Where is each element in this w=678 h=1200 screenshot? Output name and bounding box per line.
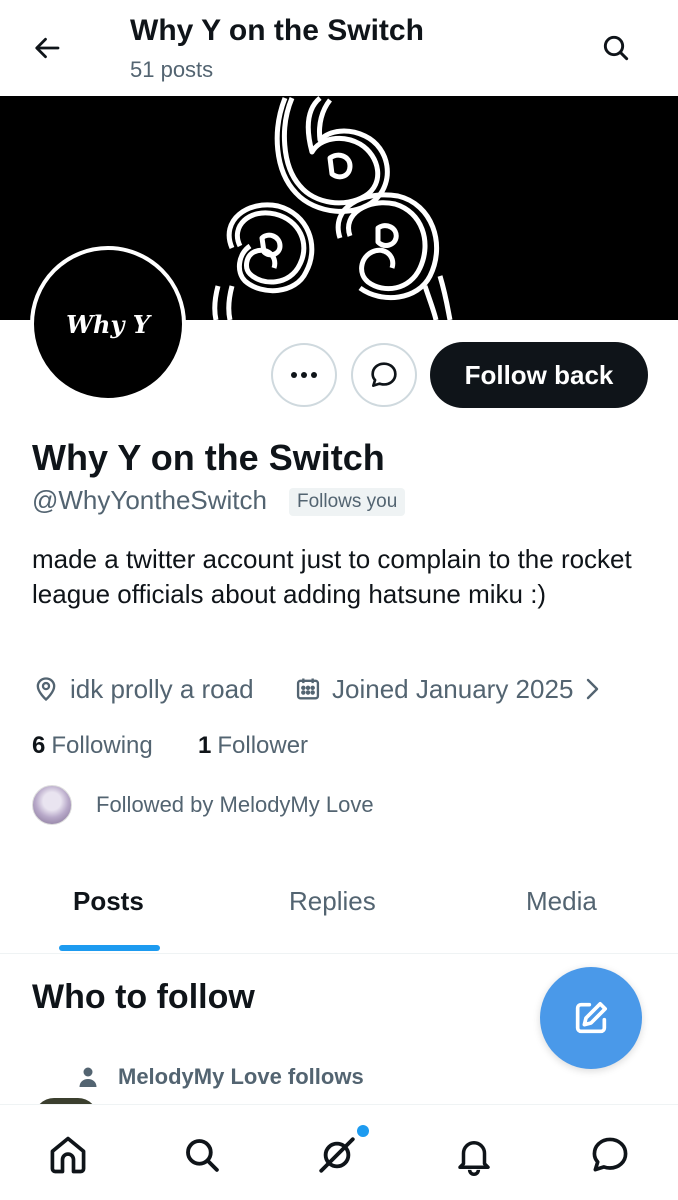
who-to-follow-context: MelodyMy Love follows: [76, 1062, 364, 1092]
nav-notifications[interactable]: [450, 1131, 498, 1179]
tab-posts[interactable]: Posts: [73, 886, 144, 917]
search-button[interactable]: [594, 26, 638, 70]
avatar-text: Why Y: [66, 309, 150, 339]
more-icon: [291, 372, 317, 378]
messages-icon: [592, 1137, 628, 1172]
back-button[interactable]: [26, 26, 70, 70]
chevron-right-icon: [587, 678, 599, 700]
nav-messages[interactable]: [586, 1131, 634, 1179]
header-post-count: 51 posts: [130, 57, 214, 82]
follow-back-button[interactable]: Follow back: [430, 342, 648, 408]
profile-tabs: Posts Replies Media: [0, 870, 678, 954]
tab-replies[interactable]: Replies: [289, 886, 376, 917]
compose-button[interactable]: [540, 967, 642, 1069]
profile-avatar[interactable]: Why Y: [30, 246, 186, 402]
followers-count: 1: [198, 732, 212, 759]
profile-joined[interactable]: Joined January 2025: [294, 672, 603, 706]
followed-by-text: Followed by MelodyMy Love: [96, 792, 374, 817]
profile-bio: made a twitter account just to complain …: [32, 544, 632, 609]
grok-icon: [319, 1137, 355, 1173]
follower-avatar: [32, 785, 72, 825]
bell-icon: [458, 1141, 490, 1176]
message-button[interactable]: [351, 343, 417, 407]
tab-media[interactable]: Media: [526, 886, 597, 917]
profile-display-name: Why Y on the Switch: [32, 437, 385, 478]
profile-handle: @WhyYontheSwitch: [32, 485, 267, 515]
grok-notification-dot: [357, 1125, 369, 1137]
active-tab-indicator: [59, 945, 160, 951]
nav-home[interactable]: [44, 1131, 92, 1179]
arrow-left-icon: [35, 37, 60, 59]
following-count: 6: [32, 732, 46, 759]
joined-text: Joined January 2025: [332, 673, 574, 704]
calendar-icon: [296, 678, 320, 700]
person-icon: [79, 1067, 97, 1087]
following-stat[interactable]: 6 Following: [32, 730, 153, 762]
nav-search[interactable]: [178, 1131, 226, 1179]
followers-label: Follower: [217, 732, 309, 759]
bottom-navigation: [0, 1104, 678, 1200]
following-label: Following: [51, 732, 153, 759]
profile-location: idk prolly a road: [32, 672, 254, 706]
followed-by-row[interactable]: Followed by MelodyMy Love: [32, 784, 374, 826]
message-icon: [371, 362, 397, 387]
search-icon: [186, 1139, 219, 1172]
nav-grok[interactable]: [313, 1131, 361, 1179]
follows-you-badge: Follows you: [289, 488, 406, 516]
who-to-follow-context-text: MelodyMy Love follows: [118, 1064, 364, 1089]
who-to-follow-title: Who to follow: [32, 978, 255, 1016]
location-text: idk prolly a road: [70, 673, 254, 704]
followers-stat[interactable]: 1 Follower: [198, 730, 308, 762]
home-icon: [50, 1136, 86, 1174]
profile-header: Why Y on the Switch 51 posts: [0, 0, 678, 96]
location-pin-icon: [36, 677, 56, 702]
search-icon: [603, 35, 629, 61]
more-options-button[interactable]: [271, 343, 337, 407]
header-title: Why Y on the Switch: [130, 14, 424, 47]
compose-icon: [575, 1002, 607, 1034]
